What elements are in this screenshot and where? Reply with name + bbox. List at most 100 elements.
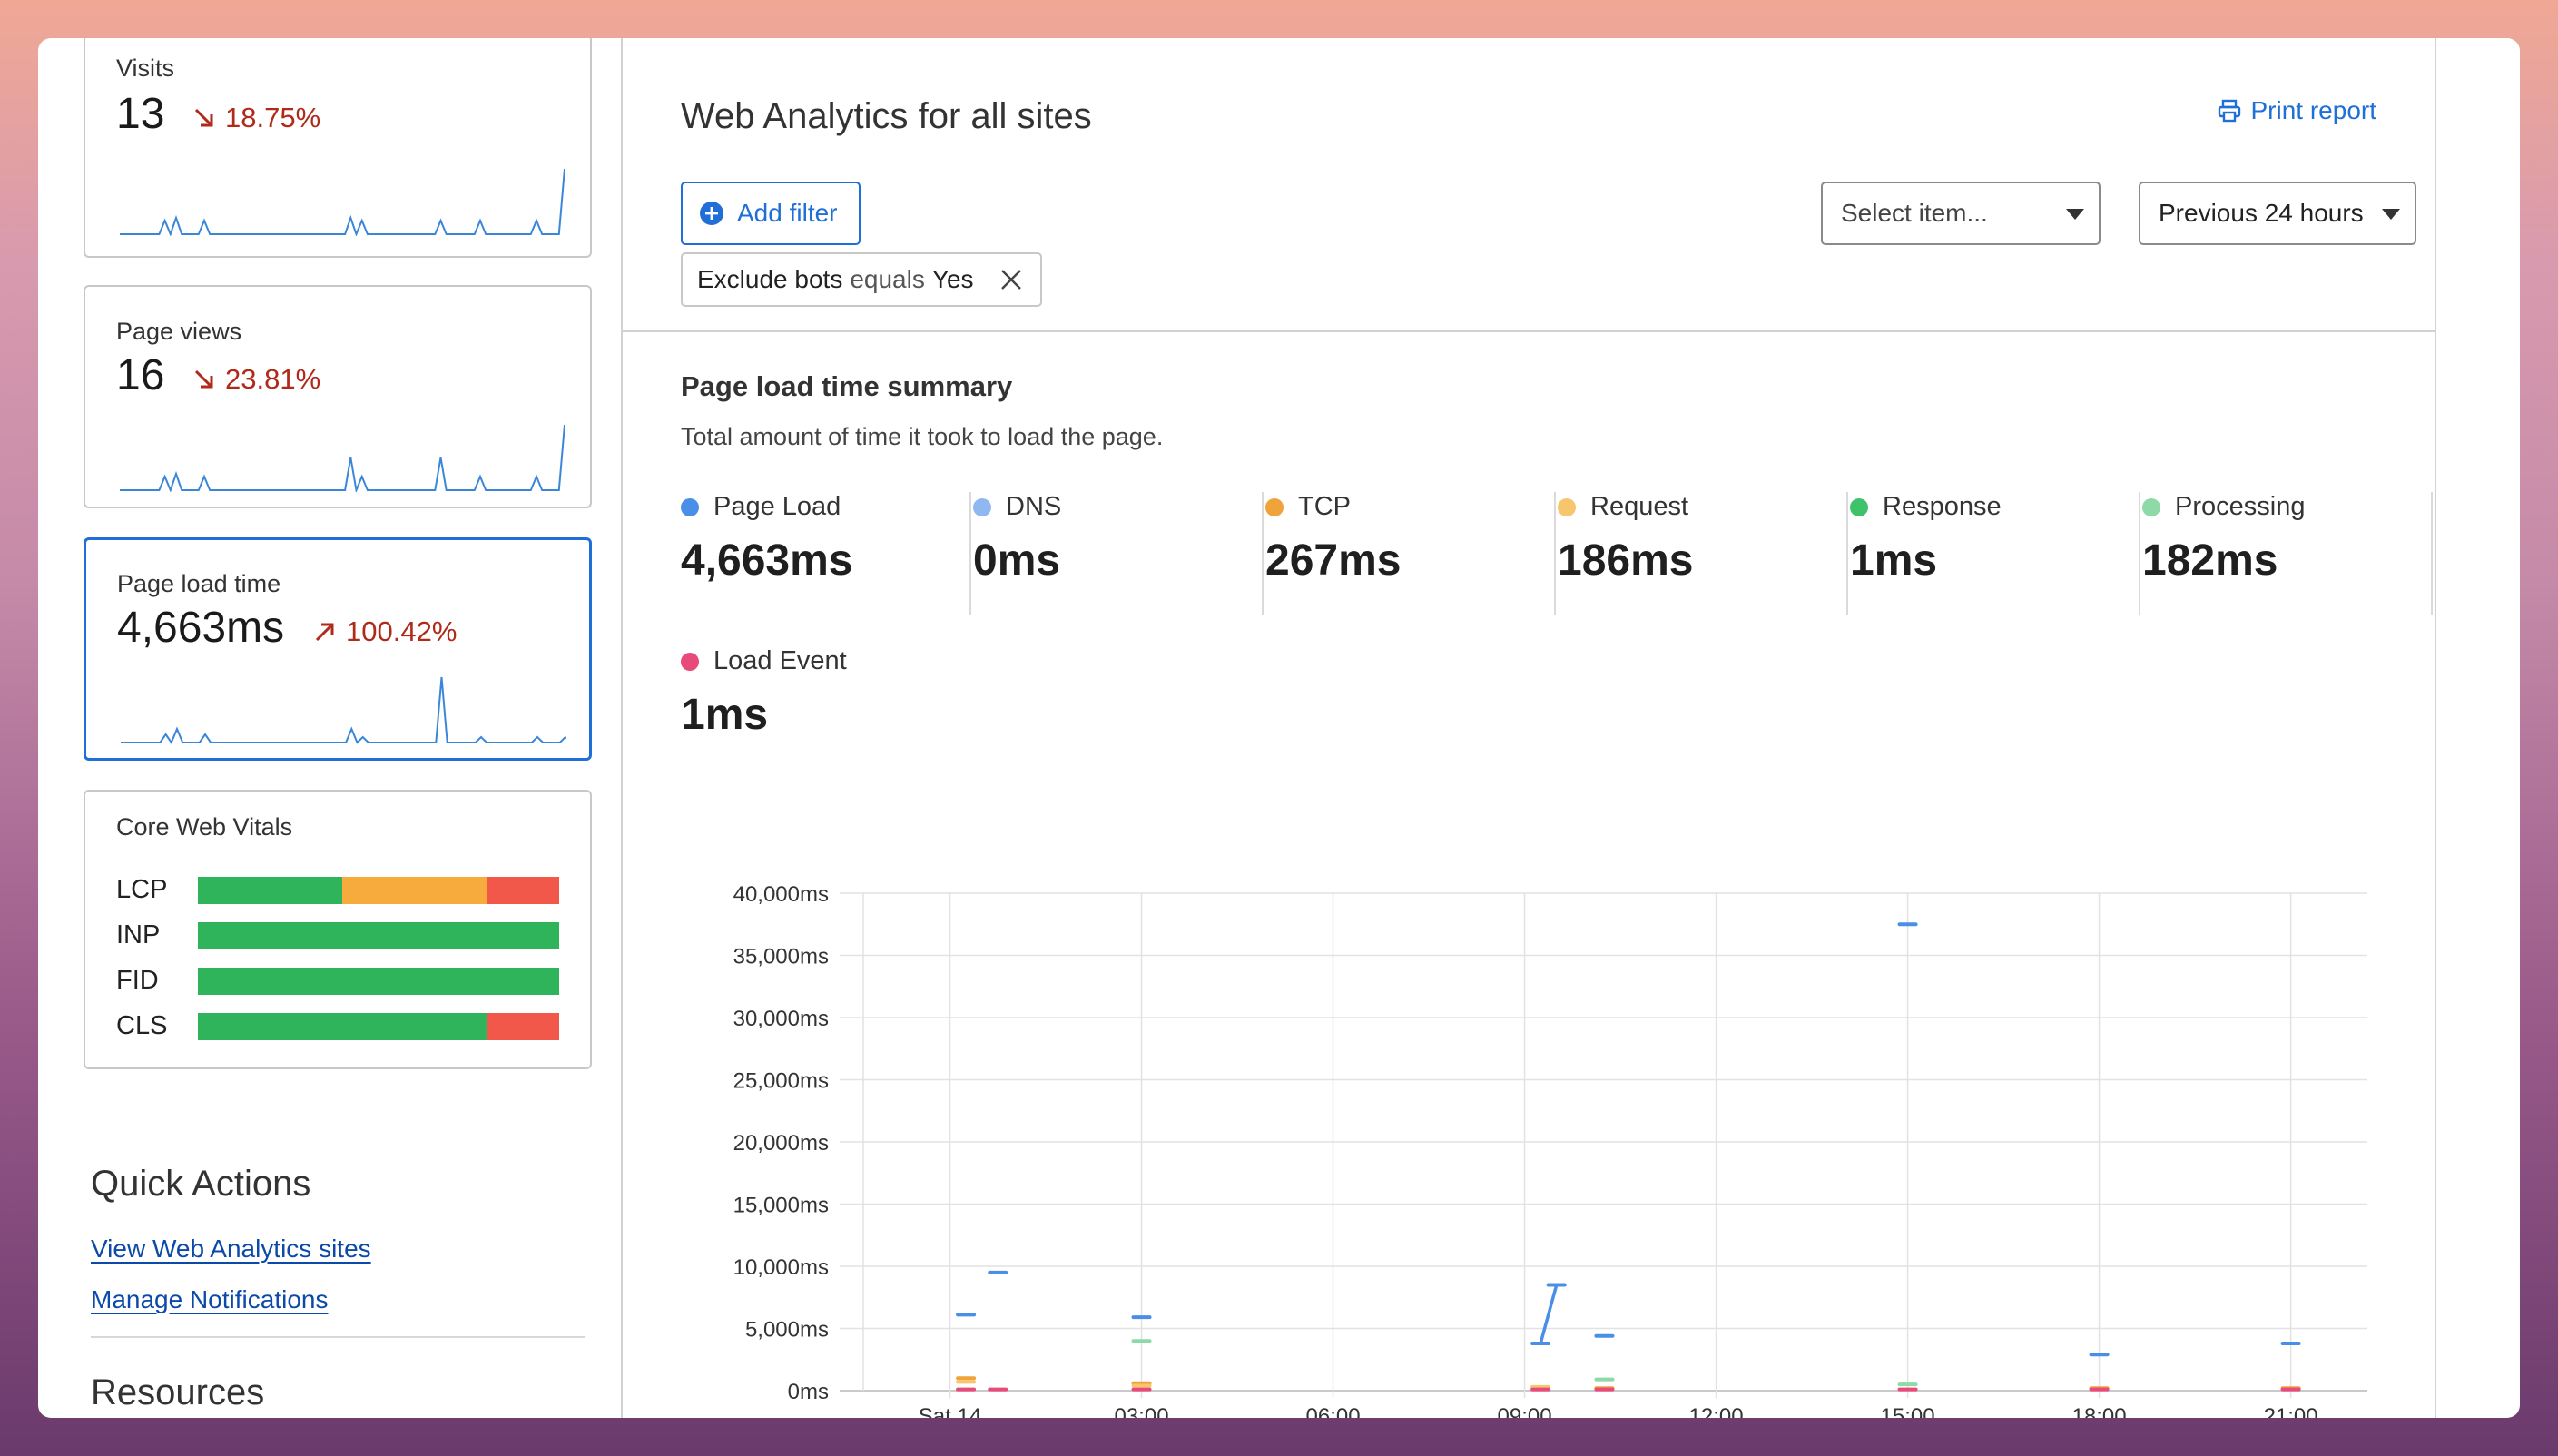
view-web-analytics-sites-link[interactable]: View Web Analytics sites bbox=[91, 1235, 371, 1264]
metric-tile: Response 1ms bbox=[1850, 492, 2140, 619]
page-load-time-sparkline bbox=[121, 676, 566, 744]
printer-icon bbox=[2218, 99, 2240, 123]
metric-label-text: TCP bbox=[1298, 492, 1351, 521]
sparkline-path bbox=[120, 424, 565, 492]
page-load-time-value: 4,663ms bbox=[117, 604, 285, 652]
divider bbox=[2431, 492, 2433, 615]
cwv-label: FID bbox=[116, 966, 159, 995]
metric-value: 0ms bbox=[973, 536, 1061, 585]
cwv-label: LCP bbox=[116, 875, 168, 904]
visits-card[interactable]: Visits 13 18.75% bbox=[84, 38, 592, 258]
divider bbox=[969, 492, 971, 615]
metric-tile: Page Load 4,663ms bbox=[681, 492, 971, 619]
filter-value: Yes bbox=[931, 265, 974, 293]
page-load-chart: 0ms 5,000ms 10,000ms 15,000ms 20,000ms 25,000… bbox=[733, 882, 2367, 1418]
plus-circle-icon bbox=[700, 202, 723, 225]
page-views-value: 16 bbox=[116, 351, 165, 399]
x-tick-label: 03:00 bbox=[1114, 1404, 1168, 1418]
metric-tile: Request 186ms bbox=[1558, 492, 1848, 619]
metric-label: DNS bbox=[973, 492, 1061, 522]
metric-tile: Processing 182ms bbox=[2142, 492, 2433, 619]
close-icon[interactable] bbox=[997, 265, 1026, 294]
legend-dot bbox=[1850, 497, 1868, 516]
manage-notifications-link[interactable]: Manage Notifications bbox=[91, 1285, 328, 1314]
metric-label: Response bbox=[1850, 492, 2002, 522]
legend-dot bbox=[973, 497, 991, 516]
metric-label: Page Load bbox=[681, 492, 841, 522]
metric-value: 4,663ms bbox=[681, 536, 853, 585]
cwv-row[interactable]: FID bbox=[116, 966, 559, 996]
x-tick-label: 18:00 bbox=[2072, 1404, 2127, 1418]
time-range-dropdown[interactable]: Previous 24 hours bbox=[2139, 182, 2416, 245]
y-tick-label: 15,000ms bbox=[733, 1194, 829, 1218]
select-item-dropdown[interactable]: Select item... bbox=[1821, 182, 2101, 245]
y-tick-label: 10,000ms bbox=[733, 1255, 829, 1280]
page-load-time-delta: 100.42% bbox=[313, 615, 457, 648]
metric-label-text: Request bbox=[1590, 492, 1689, 521]
page-title: Web Analytics for all sites bbox=[681, 96, 1092, 136]
quick-actions-title: Quick Actions bbox=[91, 1164, 311, 1204]
page-load-time-delta-text: 100.42% bbox=[346, 615, 457, 647]
cwv-segment-good bbox=[198, 921, 559, 949]
visits-sparkline bbox=[120, 168, 565, 236]
cwv-row[interactable]: INP bbox=[116, 920, 559, 950]
cwv-segment-ni bbox=[342, 876, 487, 904]
divider bbox=[1846, 492, 1848, 615]
legend-dot bbox=[681, 497, 699, 516]
page-views-card[interactable]: Page views 16 23.81% bbox=[84, 285, 592, 508]
series-line bbox=[1539, 1284, 1559, 1344]
metric-value: 1ms bbox=[1850, 536, 1938, 585]
x-tick-label: 09:00 bbox=[1498, 1404, 1552, 1418]
summary-title: Page load time summary bbox=[681, 370, 1013, 402]
page-views-sparkline bbox=[120, 424, 565, 492]
metric-value: 182ms bbox=[2142, 536, 2278, 585]
cwv-segment-poor bbox=[487, 1012, 559, 1040]
arrow-up-right-icon bbox=[315, 623, 334, 642]
core-web-vitals-card[interactable]: Core Web Vitals LCP INP FID CLS bbox=[84, 790, 592, 1069]
sparkline-path bbox=[120, 168, 565, 236]
print-report-label: Print report bbox=[2250, 96, 2377, 124]
filter-chip[interactable]: Exclude bots equals Yes bbox=[681, 252, 1042, 307]
filter-field: Exclude bots bbox=[697, 265, 843, 293]
add-filter-label: Add filter bbox=[737, 199, 838, 227]
summary-subtitle: Total amount of time it took to load the… bbox=[681, 423, 1164, 450]
metric-label: Load Event bbox=[681, 646, 847, 676]
legend-dot bbox=[1558, 497, 1576, 516]
metric-label: TCP bbox=[1265, 492, 1351, 522]
y-tick-label: 5,000ms bbox=[745, 1318, 829, 1343]
x-tick-label: Sat 14 bbox=[919, 1404, 981, 1418]
cwv-label: INP bbox=[116, 920, 161, 949]
cwv-label: CLS bbox=[116, 1011, 168, 1040]
legend-dot bbox=[1265, 497, 1284, 516]
x-tick-label: 21:00 bbox=[2264, 1404, 2318, 1418]
cwv-bar bbox=[198, 967, 559, 995]
metric-tile: DNS 0ms bbox=[973, 492, 1264, 619]
divider bbox=[623, 330, 2435, 332]
legend-dot bbox=[2142, 497, 2160, 516]
metric-label-text: Page Load bbox=[713, 492, 841, 521]
metric-label-text: DNS bbox=[1006, 492, 1062, 521]
resources-title: Resources bbox=[91, 1372, 265, 1412]
metric-label-text: Load Event bbox=[713, 646, 847, 675]
x-tick-label: 12:00 bbox=[1689, 1404, 1744, 1418]
chevron-down-icon bbox=[2066, 209, 2084, 220]
visits-delta: 18.75% bbox=[192, 102, 320, 134]
visits-value: 13 bbox=[116, 90, 165, 138]
y-tick-label: 20,000ms bbox=[733, 1131, 829, 1156]
y-tick-label: 25,000ms bbox=[733, 1069, 829, 1094]
add-filter-button[interactable]: Add filter bbox=[681, 182, 861, 245]
visits-delta-text: 18.75% bbox=[225, 102, 321, 133]
sparkline-path bbox=[121, 676, 566, 744]
y-tick-label: 0ms bbox=[788, 1380, 829, 1404]
metric-value: 1ms bbox=[681, 691, 769, 739]
cwv-row[interactable]: CLS bbox=[116, 1011, 559, 1041]
chevron-down-icon bbox=[2382, 209, 2400, 220]
cwv-row[interactable]: LCP bbox=[116, 875, 559, 905]
cwv-segment-good bbox=[198, 1012, 487, 1040]
y-tick-label: 40,000ms bbox=[733, 882, 829, 907]
page-load-time-card[interactable]: Page load time 4,663ms 100.42% bbox=[84, 537, 592, 761]
cwv-bar bbox=[198, 1012, 559, 1040]
divider bbox=[91, 1336, 585, 1338]
print-report-button[interactable]: Print report bbox=[2217, 96, 2377, 125]
cwv-bar bbox=[198, 921, 559, 949]
